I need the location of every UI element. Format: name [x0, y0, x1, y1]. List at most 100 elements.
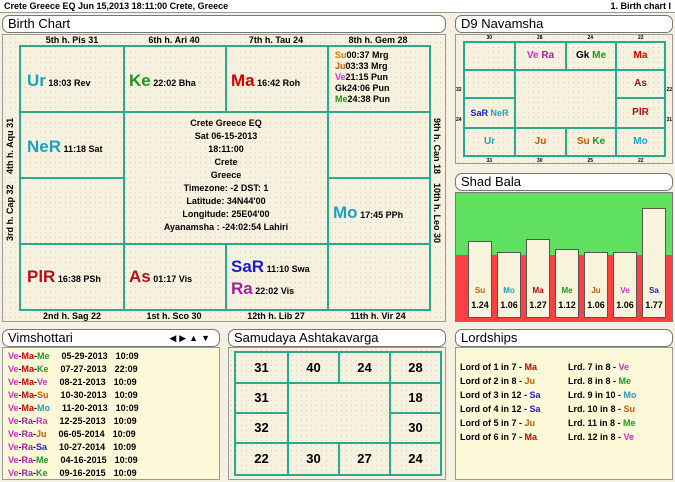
- ashtakavarga-title: Samudaya Ashtakavarga: [228, 329, 446, 347]
- planet-as[interactable]: As 01:17 Vis: [129, 267, 192, 287]
- prev-arrow-icon[interactable]: ◀: [169, 333, 179, 343]
- birth-chart-title: Birth Chart: [2, 15, 446, 33]
- house-5-label: 5th h. Pis 31: [45, 35, 99, 45]
- planet-ke[interactable]: Ke 22:02 Bha: [129, 71, 196, 91]
- vimshottari-list[interactable]: Ve-Ma-Me 05-29-2013 10:09 Ve-Ma-Ke 07-27-201…: [2, 347, 220, 480]
- shad-bala-planet-label: Ju: [591, 286, 601, 295]
- planet-ner[interactable]: NeR 11:18 Sat: [27, 137, 103, 157]
- navamsha-cell-ju[interactable]: Ju: [514, 127, 567, 157]
- shad-bala-planet-label: Su: [474, 286, 486, 295]
- navamsha-cell-mo[interactable]: Mo: [615, 127, 666, 157]
- planet-me[interactable]: Me24:38 Pun: [335, 94, 390, 105]
- planet-sar[interactable]: SaR 11:10 Swa: [231, 257, 310, 277]
- dasha-row[interactable]: Ve-Ra-Sa 10-27-2014 10:09: [8, 441, 214, 454]
- shad-bala-planet-label: Ve: [620, 286, 630, 295]
- shad-bala-value: 1.12: [558, 300, 576, 310]
- vimshottari-title: Vimshottari ◀▶▲▼: [2, 329, 220, 347]
- ashtaka-cell-10[interactable]: 30: [389, 412, 442, 444]
- chart-info-text: Crete Greece EQ Jun 15,2013 18:11:00 Cre…: [4, 1, 229, 11]
- planet-plr[interactable]: PlR 16:38 PSh: [27, 267, 101, 287]
- planet-ve[interactable]: Ve21:15 Pun: [335, 72, 390, 83]
- down-arrow-icon[interactable]: ▼: [201, 333, 213, 343]
- birth-details: Crete Greece EQ Sat 06-15-2013 18:11:00 …: [163, 118, 289, 232]
- lordship-item: Lrd. 10 in 8 - Su: [568, 404, 636, 414]
- house-9-cell[interactable]: [327, 111, 431, 179]
- dasha-row[interactable]: Ve-Ma-Ve 08-21-2013 10:09: [8, 376, 214, 389]
- house-11-cell[interactable]: [327, 243, 431, 311]
- house-11-label: 11th h. Vir 24: [350, 311, 406, 321]
- planet-mo[interactable]: Mo 17:45 PPh: [333, 203, 403, 223]
- shad-bala-planet-label: Mo: [503, 286, 515, 295]
- navamsha-panel[interactable]: 30 28 24 22 32 24 22 31 33 30 25 22 Ve Ra Gk Me …: [455, 34, 673, 164]
- ashtaka-cell-8[interactable]: 28: [389, 351, 442, 384]
- navamsha-left-numbers: 32 24: [456, 87, 462, 123]
- ashtakavarga-panel[interactable]: 31 40 24 28 31 18 32 30 22 30 27 24: [228, 347, 446, 480]
- ashtaka-cell-9[interactable]: 18: [389, 382, 442, 414]
- birth-chart-panel[interactable]: 5th h. Pis 31 6th h. Ari 40 7th h. Tau 2…: [2, 34, 446, 322]
- planet-su[interactable]: Su00:37 Mrg: [335, 50, 390, 61]
- shad-bala-value: 1.06: [616, 300, 634, 310]
- dasha-row[interactable]: Ve-Ma-Su 10-30-2013 10:09: [8, 389, 214, 402]
- lordship-item: Lord of 1 in 7 - Ma: [460, 362, 538, 372]
- lordship-item: Lrd. 8 in 8 - Me: [568, 376, 632, 386]
- planet-ra[interactable]: Ra 22:02 Vis: [231, 279, 294, 299]
- lordships-right-column: Lrd. 7 in 8 - Ve Lrd. 8 in 8 - Me Lrd. 9 i…: [568, 360, 637, 444]
- house-6-label: 6th h. Ari 40: [148, 35, 200, 45]
- ashtaka-cell-5[interactable]: 31: [234, 351, 289, 384]
- navamsha-cell-5[interactable]: [463, 69, 516, 99]
- chart-selector[interactable]: 1. Birth chart I: [610, 0, 671, 12]
- house-1-label: 1st h. Sco 30: [146, 311, 202, 321]
- dasha-row[interactable]: Ve-Ra-Ra 12-25-2013 10:09: [8, 415, 214, 428]
- navamsha-cell-1[interactable]: [463, 41, 516, 71]
- navamsha-cell-plr[interactable]: PlR: [615, 97, 666, 129]
- navamsha-title: D9 Navamsha: [455, 15, 673, 33]
- shad-bala-chart: Su 1.24 Mo 1.06 Ma 1.27 Me 1.12 Ju 1.06 Ve 1.06 Sa 1.…: [455, 192, 673, 322]
- ashtaka-cell-11[interactable]: 24: [389, 442, 442, 476]
- house-2-label: 2nd h. Sag 22: [42, 311, 102, 321]
- house-12-cell[interactable]: [225, 243, 329, 311]
- planet-ju[interactable]: Ju03:33 Mrg: [335, 61, 390, 72]
- up-arrow-icon[interactable]: ▲: [189, 333, 201, 343]
- lordship-item: Lrd. 11 in 8 - Me: [568, 418, 636, 428]
- lordship-item: Lrd. 9 in 10 - Mo: [568, 390, 637, 400]
- planet-ur[interactable]: Ur 18:03 Rev: [27, 71, 90, 91]
- next-arrow-icon[interactable]: ▶: [179, 333, 189, 343]
- navamsha-cell-gkme[interactable]: Gk Me: [565, 41, 617, 71]
- ashtaka-cell-1[interactable]: 30: [287, 442, 340, 476]
- dasha-row[interactable]: Ve-Ma-Me 05-29-2013 10:09: [8, 350, 214, 363]
- lordships-title: Lordships: [455, 329, 673, 347]
- lordship-item: Lrd. 7 in 8 - Ve: [568, 362, 630, 372]
- shad-bala-planet-label: Sa: [649, 286, 659, 295]
- planet-ma[interactable]: Ma 16:42 Roh: [231, 71, 300, 91]
- shad-bala-title: Shad Bala: [455, 173, 673, 191]
- dasha-row[interactable]: Ve-Ra-Ju 06-05-2014 10:09: [8, 428, 214, 441]
- ashtaka-cell-7[interactable]: 24: [338, 351, 391, 384]
- ashtaka-cell-3[interactable]: 32: [234, 412, 289, 444]
- lordship-item: Lord of 4 in 12 - Sa: [460, 404, 541, 414]
- navamsha-cell-vera[interactable]: Ve Ra: [514, 41, 567, 71]
- navamsha-bottom-numbers: 33 30 25 22: [486, 158, 644, 164]
- dasha-row[interactable]: Ve-Ra-Me 04-16-2015 10:09: [8, 454, 214, 467]
- navamsha-center: [514, 69, 617, 129]
- dasha-row[interactable]: Ve-Ra-Ke 09-16-2015 10:09: [8, 467, 214, 480]
- house-8-planet-list: Su00:37 Mrg Ju03:33 Mrg Ve21:15 Pun Gk24…: [335, 50, 390, 105]
- shad-bala-value: 1.77: [645, 300, 663, 310]
- navamsha-cell-as[interactable]: As: [615, 69, 666, 99]
- ashtaka-cell-6[interactable]: 40: [287, 351, 340, 384]
- ashtaka-cell-2[interactable]: 22: [234, 442, 289, 476]
- house-12-label: 12th h. Lib 27: [247, 311, 305, 321]
- navamsha-cell-sarner[interactable]: SaR NeR: [463, 97, 516, 129]
- dasha-row[interactable]: Ve-Ma-Ke 07-27-2013 22:09: [8, 363, 214, 376]
- lordship-item: Lord of 5 in 7 - Ju: [460, 418, 536, 428]
- navamsha-cell-ma[interactable]: Ma: [615, 41, 666, 71]
- ashtaka-cell-4[interactable]: 31: [234, 382, 289, 414]
- dasha-row[interactable]: Ve-Ma-Mo 11-20-2013 10:09: [8, 402, 214, 415]
- planet-gk[interactable]: Gk24:06 Pun: [335, 83, 390, 94]
- house-3-cell[interactable]: [19, 177, 125, 245]
- shad-bala-planet-label: Ma: [532, 286, 544, 295]
- navamsha-cell-suke[interactable]: Su Ke: [565, 127, 617, 157]
- navamsha-cell-ur[interactable]: Ur: [463, 127, 516, 157]
- ashtaka-cell-12[interactable]: 27: [338, 442, 391, 476]
- shad-bala-planet-label: Me: [561, 286, 573, 295]
- lordship-item: Lord of 6 in 7 - Ma: [460, 432, 538, 442]
